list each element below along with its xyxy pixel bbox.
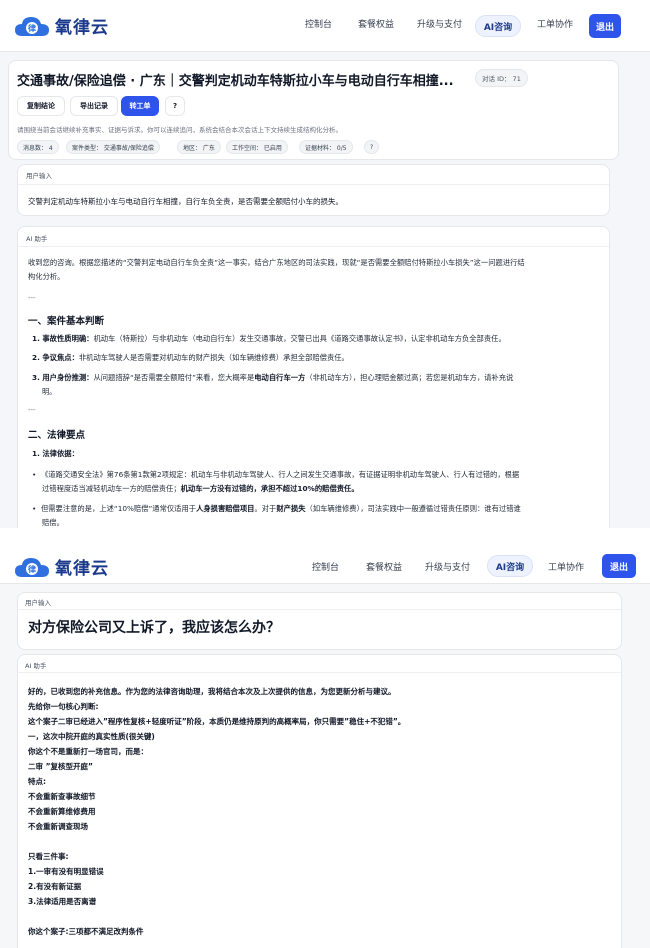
section-heading: 一、案件基本判断 bbox=[28, 316, 105, 327]
ai-line: 3.法律适用是否离谱 bbox=[28, 897, 97, 906]
divider bbox=[18, 609, 621, 610]
ai-line: 一，这次中院开庭的真实性质(很关键) bbox=[28, 732, 155, 741]
tag-region: 地区： 广东 bbox=[177, 140, 221, 154]
ai-line: 不会重新算维修费用 bbox=[28, 807, 96, 816]
nav-console[interactable]: 控制台 bbox=[305, 17, 332, 30]
logo[interactable]: 律 氧律云 bbox=[14, 13, 109, 38]
top-nav: 律 氧律云 控制台 套餐权益 升级与支付 AI咨询 工单协作 退出 bbox=[0, 546, 650, 584]
nav-ai-consult[interactable]: AI咨询 bbox=[475, 15, 521, 37]
nav-upgrade-pay[interactable]: 升级与支付 bbox=[425, 560, 470, 573]
ai-line: 先给你一句核心判断: bbox=[28, 702, 99, 711]
ai-line: 二审 ”复核型开庭” bbox=[28, 762, 93, 771]
session-id-badge: 对话 ID： 71 bbox=[475, 69, 528, 87]
cloud-logo-icon: 律 bbox=[14, 555, 50, 579]
copy-conclusion-button[interactable]: 复制结论 bbox=[17, 96, 65, 116]
nav-ticket-collab[interactable]: 工单协作 bbox=[537, 17, 573, 30]
svg-text:律: 律 bbox=[28, 23, 36, 33]
bullet-item: • 《道路交通安全法》第76条第1款第2项规定：机动车与非机动车驾驶人、行人之间… bbox=[32, 470, 520, 479]
screenshot-bottom: 律 氧律云 控制台 套餐权益 升级与支付 AI咨询 工单协作 退出 用户输入 对… bbox=[0, 546, 650, 948]
to-ticket-button[interactable]: 转工单 bbox=[121, 96, 159, 116]
tag-message-count: 消息数： 4 bbox=[17, 140, 59, 154]
export-record-button[interactable]: 导出记录 bbox=[70, 96, 118, 116]
ai-line: 2.有没有新证据 bbox=[28, 882, 82, 891]
logout-button[interactable]: 退出 bbox=[589, 14, 621, 38]
user-message-text: 交警判定机动车特斯拉小车与电动自行车相撞，自行车负全责，是否需要全额赔付小车的损… bbox=[28, 197, 343, 206]
sub-heading: 1. 法律依据： bbox=[32, 449, 79, 458]
intro-line: 构化分析。 bbox=[28, 272, 65, 281]
nav-ticket-collab[interactable]: 工单协作 bbox=[548, 560, 584, 573]
divider bbox=[18, 246, 609, 247]
list-item: 1. 事故性质明确：机动车（特斯拉）与非机动车（电动自行车）发生交通事故，交警已… bbox=[32, 334, 506, 343]
ai-line: 你这个不是重新打一场官司，而是： bbox=[28, 747, 148, 756]
ai-line: 这个案子二审已经进入”程序性复核+轻度听证”阶段，本质仍是维持原判的高概率局，你… bbox=[28, 717, 406, 726]
ai-line: 特点: bbox=[28, 777, 46, 786]
tag-evidence: 证据材料： 0/5 bbox=[299, 140, 353, 154]
nav-console[interactable]: 控制台 bbox=[312, 560, 339, 573]
user-role-label: 用户输入 bbox=[25, 599, 51, 607]
section-heading: 二、法律要点 bbox=[28, 430, 86, 441]
ai-line: 不会重新查事故细节 bbox=[28, 792, 96, 801]
list-item: 2. 争议焦点：非机动车驾驶人是否需要对机动车的财产损失（如车辆维修费）承担全部… bbox=[32, 353, 349, 362]
bullet-item: • 但需要注意的是，上述“10%赔偿”通常仅适用于人身损害赔偿项目。对于财产损失… bbox=[32, 504, 521, 513]
logo-text: 氧律云 bbox=[55, 18, 109, 38]
screenshot-top: 律 氧律云 控制台 套餐权益 升级与支付 AI咨询 工单协作 退出 交通事故/保… bbox=[0, 0, 650, 528]
ai-line: 你这个案子:三项都不满足改判条件 bbox=[28, 927, 144, 936]
divider bbox=[18, 184, 609, 185]
tag-case-type: 案件类型： 交通事故/保险追偿 bbox=[66, 140, 160, 154]
list-item: 3. 用户身份推测：从问题措辞“是否需要全额赔付”来看，您大概率是电动自行车一方… bbox=[32, 373, 514, 382]
user-message-card bbox=[17, 164, 610, 216]
user-question: 对方保险公司又上诉了，我应该怎么办？ bbox=[28, 620, 280, 636]
logo[interactable]: 律 氧律云 bbox=[14, 554, 109, 579]
tag-help: ? bbox=[364, 140, 380, 154]
cloud-logo-icon: 律 bbox=[14, 14, 50, 38]
session-title: 交通事故/保险追偿 · 广东｜交警判定机动车特斯拉小车与电动自行车相撞... bbox=[17, 74, 454, 89]
help-button[interactable]: ? bbox=[165, 96, 185, 116]
logo-text: 氧律云 bbox=[55, 559, 109, 579]
ai-line: 好的，已收到您的补充信息。作为您的法律咨询助理，我将结合本次及上次提供的信息，为… bbox=[28, 687, 396, 696]
session-hint: 请围绕当前会话继续补充事实、证据与诉求。你可以连续追问，系统会结合本次会话上下文… bbox=[17, 126, 342, 134]
separator: --- bbox=[28, 406, 36, 414]
user-role-label: 用户输入 bbox=[26, 172, 52, 180]
bullet-item-continued: 过错程度适当减轻机动车一方的赔偿责任；机动车一方没有过错的，承担不超过10%的赔… bbox=[42, 484, 359, 493]
top-nav: 律 氧律云 控制台 套餐权益 升级与支付 AI咨询 工单协作 退出 bbox=[0, 0, 650, 52]
ai-line: 1.一审有没有明显错误 bbox=[28, 867, 104, 876]
bullet-item-continued: 赔偿。 bbox=[42, 518, 64, 527]
nav-plans[interactable]: 套餐权益 bbox=[358, 17, 394, 30]
ai-line: 不会重新调查现场 bbox=[28, 822, 88, 831]
ai-role-label: AI 助手 bbox=[26, 235, 48, 243]
nav-upgrade-pay[interactable]: 升级与支付 bbox=[417, 17, 462, 30]
ai-line: 只看三件事: bbox=[28, 852, 69, 861]
divider bbox=[18, 672, 621, 673]
list-item-continued: 明。 bbox=[42, 387, 57, 396]
nav-ai-consult[interactable]: AI咨询 bbox=[487, 555, 533, 577]
nav-plans[interactable]: 套餐权益 bbox=[366, 560, 402, 573]
logout-button[interactable]: 退出 bbox=[602, 554, 636, 578]
svg-text:律: 律 bbox=[28, 564, 36, 574]
ai-role-label: AI 助手 bbox=[25, 662, 47, 670]
intro-line: 收到您的咨询。根据您描述的“交警判定电动自行车负全责”这一事实，结合广东地区的司… bbox=[28, 258, 525, 267]
tag-workspace: 工作空间： 已启用 bbox=[226, 140, 288, 154]
separator: --- bbox=[28, 294, 36, 302]
